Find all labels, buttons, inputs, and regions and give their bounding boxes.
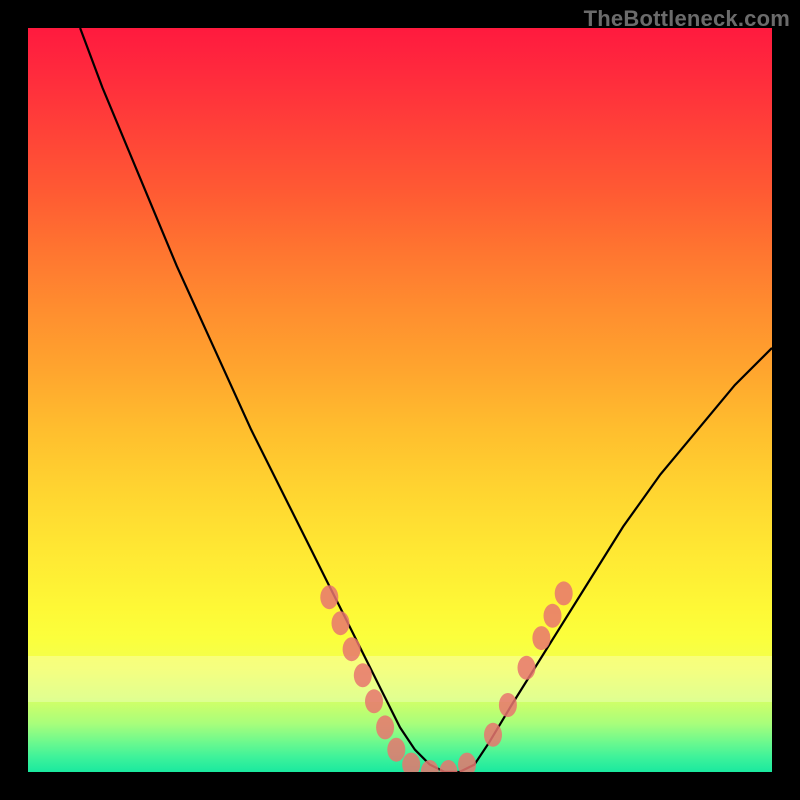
background-gradient xyxy=(28,28,772,772)
plot-area xyxy=(28,28,772,772)
chart-frame: TheBottleneck.com xyxy=(0,0,800,800)
